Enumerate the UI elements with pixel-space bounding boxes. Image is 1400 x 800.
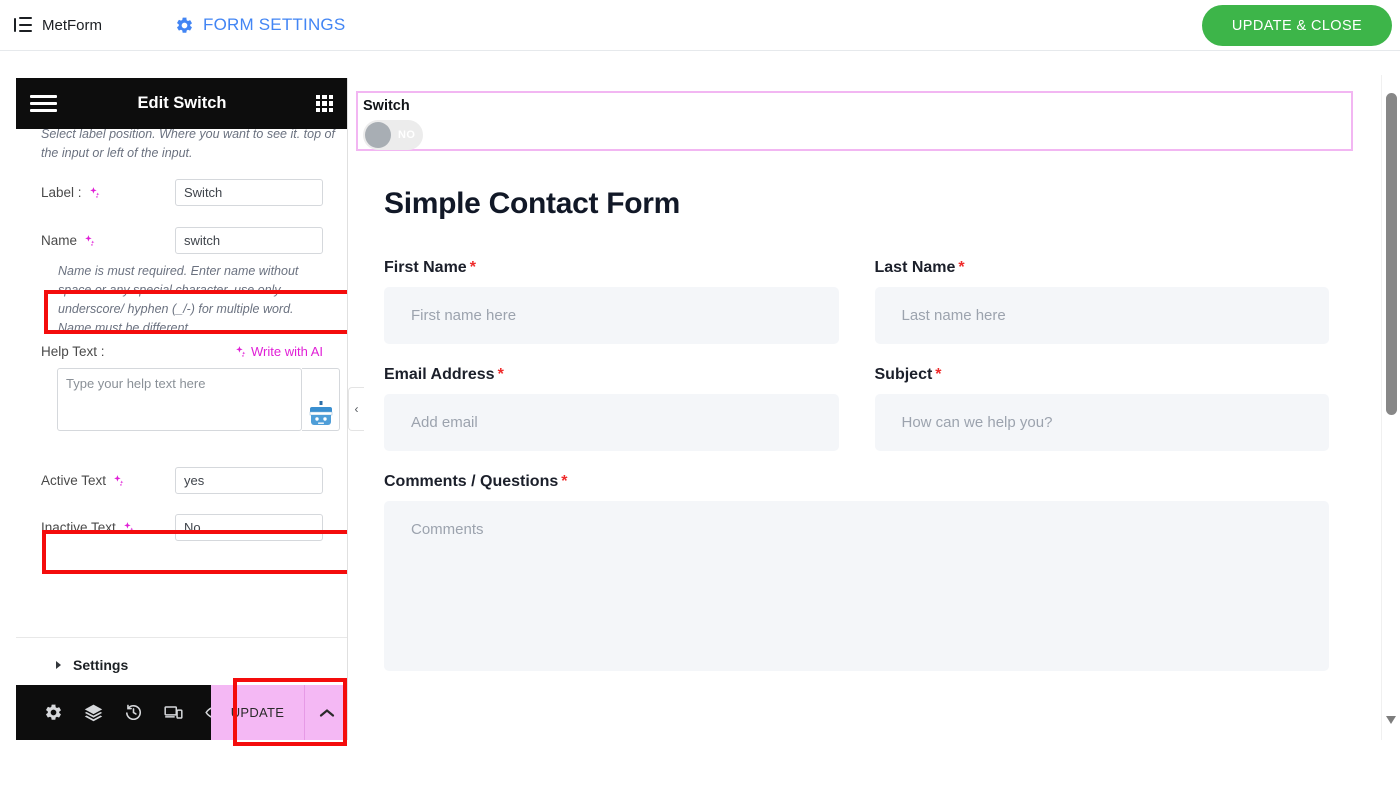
label-field-label: Label : bbox=[41, 185, 175, 200]
name-field-input[interactable] bbox=[175, 226, 323, 254]
form-settings-button[interactable]: FORM SETTINGS bbox=[175, 15, 345, 35]
first-name-input[interactable] bbox=[384, 287, 839, 344]
required-asterisk: * bbox=[469, 259, 476, 276]
sparkle-ai-icon bbox=[89, 186, 99, 198]
required-asterisk: * bbox=[935, 366, 942, 383]
name-field-hint: Name is must required. Enter name withou… bbox=[58, 264, 299, 335]
field-last-name: Last Name * bbox=[874, 259, 1330, 344]
help-text-textarea[interactable] bbox=[57, 368, 302, 431]
comments-label-text: Comments / Questions bbox=[384, 473, 559, 490]
name-field-label: Name bbox=[41, 233, 175, 248]
grid-icon[interactable] bbox=[316, 95, 333, 112]
update-button[interactable]: UPDATE bbox=[211, 705, 304, 720]
update-button-group: UPDATE bbox=[211, 685, 347, 740]
help-text-wrapper bbox=[57, 368, 340, 431]
sparkle-ai-icon bbox=[236, 346, 246, 357]
switch-widget-label: Switch bbox=[363, 98, 410, 114]
panel-body: Select label position. Where you want to… bbox=[16, 129, 347, 714]
field-subject: Subject * bbox=[874, 366, 1330, 451]
active-text-input[interactable] bbox=[175, 466, 323, 494]
form-settings-label: FORM SETTINGS bbox=[203, 15, 346, 34]
label-field-row: Label : bbox=[16, 175, 347, 209]
last-name-label: Last Name * bbox=[875, 259, 1330, 277]
email-label-text: Email Address bbox=[384, 366, 495, 383]
comments-textarea[interactable] bbox=[384, 501, 1329, 671]
write-with-ai-label: Write with AI bbox=[250, 344, 323, 359]
first-name-label-text: First Name bbox=[384, 259, 467, 276]
inactive-text-label: Inactive Text bbox=[41, 520, 175, 535]
panel-footer-toolbar: UPDATE bbox=[16, 685, 347, 740]
form-row-email-subject: Email Address* Subject* bbox=[384, 366, 1329, 451]
switch-toggle[interactable]: NO bbox=[363, 120, 423, 150]
brand[interactable]: MetForm bbox=[14, 17, 102, 34]
required-asterisk: * bbox=[958, 259, 965, 276]
inactive-text-input[interactable] bbox=[175, 513, 323, 541]
accordion-settings[interactable]: Settings bbox=[16, 637, 347, 692]
active-text-label-text: Active Text bbox=[41, 472, 107, 488]
update-and-close-button[interactable]: UPDATE & CLOSE bbox=[1202, 5, 1392, 46]
switch-widget[interactable]: Switch NO bbox=[356, 91, 1353, 151]
footer-icon-group bbox=[16, 703, 225, 722]
field-email: Email Address * bbox=[384, 366, 839, 451]
gear-icon bbox=[175, 16, 194, 35]
brand-label: MetForm bbox=[42, 16, 102, 34]
active-text-row: Active Text bbox=[16, 463, 347, 497]
panel-title: Edit Switch bbox=[137, 94, 227, 112]
form-row-comments: Comments / Questions * bbox=[384, 473, 1329, 676]
first-name-label: First Name * bbox=[384, 259, 839, 277]
subject-label-text: Subject bbox=[874, 366, 933, 383]
list-icon bbox=[14, 17, 32, 33]
last-name-label-text: Last Name bbox=[874, 259, 956, 276]
name-field-label-text: Name bbox=[41, 232, 78, 248]
top-bar: MetForm FORM SETTINGS UPDATE & CLOSE bbox=[0, 0, 1400, 51]
email-label: Email Address * bbox=[384, 366, 839, 384]
layers-icon[interactable] bbox=[83, 703, 104, 722]
responsive-devices-icon[interactable] bbox=[163, 703, 184, 722]
write-with-ai-link[interactable]: Write with AI bbox=[234, 344, 323, 359]
switch-knob bbox=[365, 122, 391, 148]
help-text-label: Help Text : bbox=[41, 344, 105, 359]
form-row-names: First Name* Last Name* bbox=[384, 259, 1329, 344]
accordion-settings-label: Settings bbox=[73, 657, 129, 673]
field-comments: Comments / Questions * bbox=[384, 473, 1329, 676]
chevron-left-icon: ‹ bbox=[354, 402, 359, 416]
last-name-input[interactable] bbox=[874, 287, 1329, 344]
comments-label: Comments / Questions * bbox=[384, 473, 1329, 491]
help-text-row: Help Text : Write with AI bbox=[16, 344, 347, 359]
inactive-text-label-text: Inactive Text bbox=[41, 519, 116, 535]
active-text-label: Active Text bbox=[41, 473, 175, 488]
sparkle-ai-icon bbox=[114, 474, 124, 486]
form-title: Simple Contact Form bbox=[384, 187, 680, 220]
panel-collapse-handle[interactable]: ‹ bbox=[348, 387, 364, 431]
required-asterisk: * bbox=[561, 473, 568, 490]
canvas-scrollbar[interactable] bbox=[1381, 75, 1400, 741]
switch-state-text: NO bbox=[398, 129, 416, 141]
caret-right-icon bbox=[56, 661, 61, 669]
contact-form: Simple Contact Form First Name* Last Nam… bbox=[384, 187, 1329, 698]
chevron-up-icon[interactable] bbox=[304, 685, 347, 740]
scroll-up-button[interactable] bbox=[1386, 80, 1397, 105]
hamburger-icon[interactable] bbox=[30, 94, 57, 113]
edit-switch-panel: Edit Switch Select label position. Where… bbox=[16, 78, 348, 740]
email-input[interactable] bbox=[384, 394, 839, 451]
history-icon[interactable] bbox=[124, 703, 143, 722]
gear-icon[interactable] bbox=[44, 703, 63, 722]
robot-assistant-icon[interactable] bbox=[302, 368, 340, 431]
sparkle-ai-icon bbox=[85, 234, 95, 246]
sparkle-ai-icon bbox=[123, 521, 134, 533]
name-field-row: Name bbox=[16, 223, 347, 257]
form-canvas: Switch NO Simple Contact Form First Name… bbox=[356, 75, 1385, 740]
required-asterisk: * bbox=[497, 366, 504, 383]
field-first-name: First Name * bbox=[384, 259, 839, 344]
scrollbar-thumb[interactable] bbox=[1386, 93, 1397, 415]
label-position-hint: Select label position. Where you want to… bbox=[41, 129, 335, 160]
subject-input[interactable] bbox=[874, 394, 1329, 451]
scroll-down-button[interactable] bbox=[1386, 716, 1397, 741]
inactive-text-row: Inactive Text bbox=[16, 510, 347, 544]
panel-header: Edit Switch bbox=[16, 78, 347, 129]
triangle-down-icon bbox=[1386, 716, 1396, 741]
label-field-label-text: Label : bbox=[41, 184, 82, 200]
label-field-input[interactable] bbox=[175, 178, 323, 206]
subject-label: Subject * bbox=[875, 366, 1330, 384]
